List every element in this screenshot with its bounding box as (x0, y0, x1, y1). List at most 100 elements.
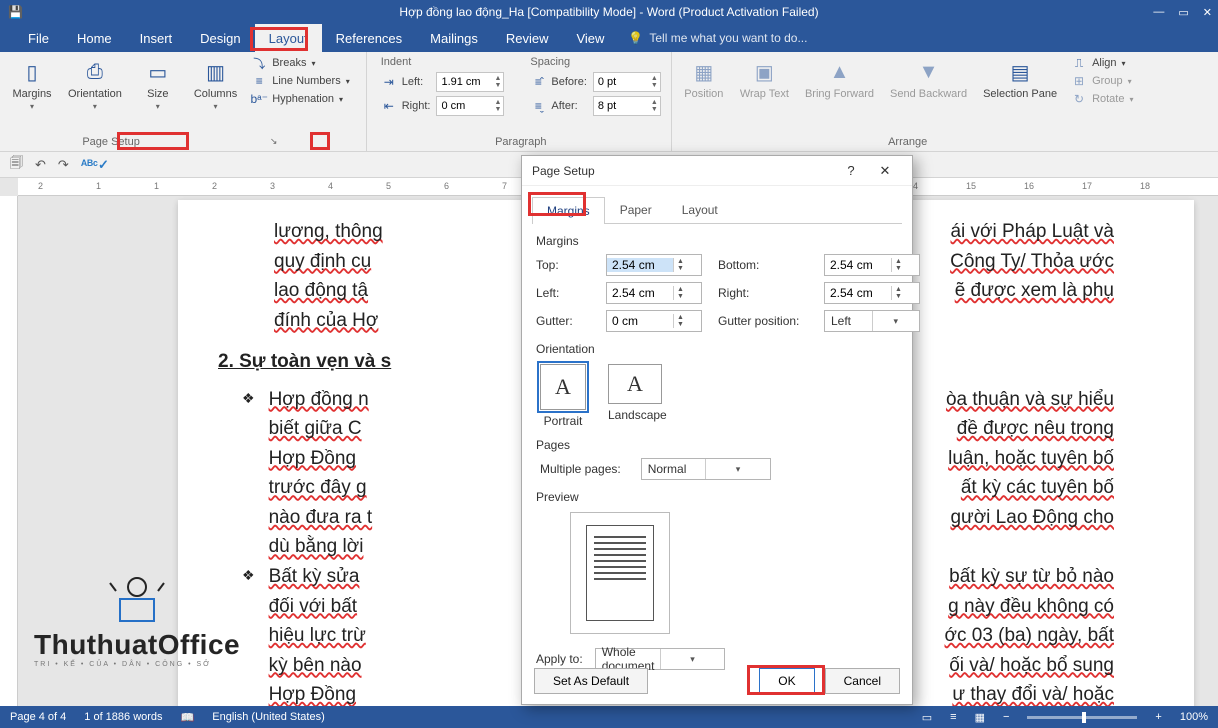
word-count[interactable]: 1 of 1886 words (84, 711, 162, 723)
web-layout-icon[interactable]: ▦ (975, 711, 985, 724)
rotate-icon: ↻ (1071, 92, 1087, 106)
right-input[interactable]: ▲▼ (824, 282, 920, 304)
position-button: ▦Position (682, 56, 726, 102)
group-button: ⊞Group▾ (1071, 74, 1133, 88)
indent-left-input[interactable]: ▲▼ (436, 72, 504, 92)
preview-section-label: Preview (536, 490, 898, 504)
left-label: Left: (536, 286, 590, 300)
selpane-icon: ▤ (1006, 58, 1034, 86)
margins-icon: ▯ (18, 58, 46, 86)
linenum-icon: ≡ (251, 74, 267, 88)
page-count[interactable]: Page 4 of 4 (10, 711, 66, 723)
tell-me[interactable]: 💡Tell me what you want to do... (628, 31, 807, 45)
columns-icon: ▥ (202, 58, 230, 86)
gutter-input[interactable]: ▲▼ (606, 310, 702, 332)
landscape-option[interactable]: ALandscape (608, 364, 667, 428)
set-default-button[interactable]: Set As Default (534, 668, 648, 694)
dialog-tab-margins[interactable]: Margins (532, 197, 605, 224)
close-window-icon[interactable]: ✕ (1203, 6, 1212, 19)
dialog-tab-paper[interactable]: Paper (605, 196, 667, 223)
spacing-heading: Spacing (530, 56, 660, 68)
orientation-section-label: Orientation (536, 342, 898, 356)
send-backward-button: ▼Send Backward (888, 56, 969, 102)
tab-mailings[interactable]: Mailings (416, 24, 492, 52)
paragraph-label: Paragraph (381, 135, 661, 149)
margins-button[interactable]: ▯Margins▾ (10, 56, 54, 113)
page-setup-label: Page Setup (82, 136, 140, 148)
apply-to-label: Apply to: (536, 652, 583, 666)
tab-view[interactable]: View (562, 24, 618, 52)
tab-home[interactable]: Home (63, 24, 126, 52)
indent-heading: Indent (381, 56, 505, 68)
pages-section-label: Pages (536, 438, 898, 452)
portrait-option[interactable]: APortrait (540, 364, 586, 428)
dialog-tab-layout[interactable]: Layout (667, 196, 733, 223)
minimize-icon[interactable]: — (1153, 6, 1164, 19)
tab-design[interactable]: Design (186, 24, 254, 52)
page-setup-dialog: Page Setup ? ✕ Margins Paper Layout Marg… (521, 155, 913, 705)
spacing-before-input[interactable]: ▲▼ (593, 72, 661, 92)
undo-icon[interactable]: ↶ (35, 157, 46, 173)
restore-icon[interactable]: ▭ (1178, 6, 1188, 19)
ok-button[interactable]: OK (759, 668, 814, 694)
bring-forward-button: ▲Bring Forward (803, 56, 876, 102)
wrap-icon: ▣ (750, 58, 778, 86)
orientation-icon: ⎙ (81, 58, 109, 86)
spacing-after-icon: ≡̬ (530, 99, 546, 113)
wrap-text-button: ▣Wrap Text (738, 56, 791, 102)
left-input[interactable]: ▲▼ (606, 282, 702, 304)
margins-section-label: Margins (536, 234, 898, 248)
tab-layout[interactable]: Layout (255, 24, 322, 52)
read-mode-icon[interactable]: ▭ (922, 711, 932, 724)
indent-left-icon: ⇥ (381, 75, 397, 89)
zoom-in-icon[interactable]: + (1155, 711, 1161, 723)
spellcheck-status-icon[interactable]: 📖 (181, 711, 195, 724)
tab-file[interactable]: File (14, 24, 63, 52)
gutter-pos-select[interactable]: Left▾ (824, 310, 920, 332)
tab-insert[interactable]: Insert (126, 24, 187, 52)
line-numbers-button[interactable]: ≡Line Numbers▾ (251, 74, 350, 88)
zoom-out-icon[interactable]: − (1003, 711, 1009, 723)
spacing-after-input[interactable]: ▲▼ (593, 96, 661, 116)
nav-pane-icon[interactable]: 🗐 (10, 154, 23, 176)
ribbon-tabs: File Home Insert Design Layout Reference… (0, 24, 1218, 52)
indent-right-icon: ⇤ (381, 99, 397, 113)
title-bar: 💾 Hợp đồng lao động_Ha [Compatibility Mo… (0, 0, 1218, 24)
cancel-button[interactable]: Cancel (825, 668, 900, 694)
sendb-icon: ▼ (915, 58, 943, 86)
bottom-label: Bottom: (718, 258, 808, 272)
indent-right-input[interactable]: ▲▼ (436, 96, 504, 116)
hyphenation-button[interactable]: bᵃ⁻Hyphenation▾ (251, 92, 350, 106)
top-label: Top: (536, 258, 590, 272)
vertical-ruler[interactable] (0, 196, 18, 708)
apply-to-select[interactable]: Whole document▾ (595, 648, 725, 670)
size-icon: ▭ (144, 58, 172, 86)
dialog-close-button[interactable]: ✕ (868, 163, 902, 179)
watermark-logo: ThuthuatOffice TRI • KẾ • CỦA • DÂN • CÔ… (34, 565, 240, 668)
preview-box (570, 512, 670, 634)
multiple-pages-label: Multiple pages: (540, 462, 621, 476)
redo-icon[interactable]: ↷ (58, 157, 69, 173)
multiple-pages-select[interactable]: Normal▾ (641, 458, 771, 480)
save-icon[interactable]: 💾 (8, 5, 23, 19)
columns-button[interactable]: ▥Columns▾ (192, 56, 239, 113)
page-setup-launcher-icon[interactable]: ↘ (270, 136, 278, 148)
tab-review[interactable]: Review (492, 24, 563, 52)
zoom-slider[interactable] (1027, 716, 1137, 719)
size-button[interactable]: ▭Size▾ (136, 56, 180, 113)
ribbon: ▯Margins▾ ⎙Orientation▾ ▭Size▾ ▥Columns▾… (0, 52, 1218, 152)
orientation-button[interactable]: ⎙Orientation▾ (66, 56, 124, 113)
tab-references[interactable]: References (322, 24, 416, 52)
spelling-icon[interactable]: ᴬᴮᶜ✓ (81, 157, 109, 173)
window-title: Hợp đồng lao động_Ha [Compatibility Mode… (399, 5, 818, 19)
bulb-icon: 💡 (628, 31, 643, 45)
breaks-button[interactable]: ⤵Breaks▾ (251, 56, 350, 70)
print-layout-icon[interactable]: ≡ (950, 711, 956, 723)
selection-pane-button[interactable]: ▤Selection Pane (981, 56, 1059, 102)
bottom-input[interactable]: ▲▼ (824, 254, 920, 276)
language-status[interactable]: English (United States) (212, 711, 325, 723)
top-input[interactable]: ▲▼ (606, 254, 702, 276)
align-button[interactable]: ⎍Align▾ (1071, 56, 1133, 70)
dialog-help-button[interactable]: ? (834, 163, 868, 178)
zoom-level[interactable]: 100% (1180, 711, 1208, 723)
